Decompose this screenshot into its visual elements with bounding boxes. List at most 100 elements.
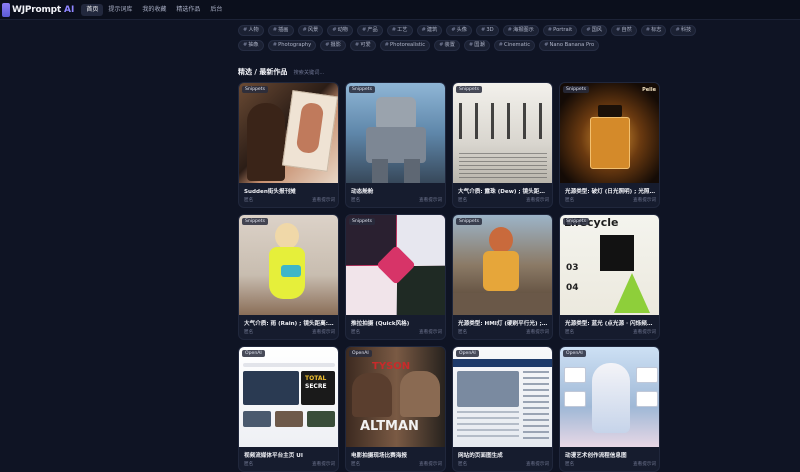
view-prompt-link[interactable]: 查看提示词 (526, 197, 549, 203)
work-card[interactable]: Pelle Snippets 光源类型: 破灯 (日光照明) ; 光照: ...… (559, 82, 660, 208)
rocky-ground (453, 293, 552, 315)
view-prompt-link[interactable]: 查看提示词 (526, 461, 549, 467)
tag-label: 产品 (367, 27, 378, 33)
tag-chip[interactable]: #Nano Banana Pro (539, 40, 600, 51)
tag-chip[interactable]: #国风 (581, 25, 607, 36)
tag-chip[interactable]: #3D (476, 25, 499, 36)
work-thumbnail[interactable] (346, 215, 445, 315)
hash-icon: # (481, 27, 486, 33)
work-thumbnail[interactable] (239, 83, 338, 183)
tag-chip[interactable]: #自然 (610, 25, 637, 36)
brand-logo-icon (2, 2, 10, 17)
product-row (459, 103, 547, 139)
work-title: 推拉拍摄 (Quick风格) (351, 321, 410, 327)
nav-tab-prompt-library[interactable]: 提示词库 (103, 4, 137, 16)
work-thumbnail[interactable] (453, 347, 552, 447)
tag-chip[interactable]: #头像 (446, 25, 472, 36)
tag-chip[interactable]: #海报图示 (502, 25, 539, 36)
work-author: 匿名 (244, 198, 254, 203)
tag-chip[interactable]: #抽象 (238, 40, 264, 51)
work-title: 光源类型: HMI灯 (硬刷平行光) ; ... (458, 321, 549, 327)
tag-chip[interactable]: #摄影 (320, 40, 346, 51)
work-thumbnail[interactable] (453, 83, 552, 183)
nav-tab-favorites[interactable]: 我的收藏 (137, 4, 171, 16)
work-thumbnail[interactable]: Pelle (560, 83, 659, 183)
work-thumbnail[interactable] (239, 215, 338, 315)
view-prompt-link[interactable]: 查看提示词 (312, 329, 335, 335)
view-prompt-link[interactable]: 查看提示词 (633, 461, 656, 467)
tag-chip[interactable]: #建筑 (416, 25, 443, 36)
work-thumbnail[interactable]: TOTAL SECRE (239, 347, 338, 447)
poster-black-block (600, 235, 634, 271)
tag-row-1: #人物 #插画 #风景 #动物 #产品 #工艺 #建筑 #头像 #3D #海报图示 #Portrai… (238, 25, 697, 36)
nav-tab-admin[interactable]: 后台 (205, 4, 227, 16)
work-card[interactable]: TOTAL SECRE OpenAI 视频流媒体平台主页 UI 匿名 查看提示词 (238, 346, 339, 472)
tag-chip[interactable]: #工艺 (386, 25, 413, 36)
work-card[interactable]: TYSON ALTMAN OpenAI 电影拍摄现场比赛海报 匿名 查看提示词 (345, 346, 446, 472)
work-thumbnail[interactable]: TYSON ALTMAN (346, 347, 445, 447)
tag-chip[interactable]: #Cinematic (493, 40, 536, 51)
work-title: 网站的页面图生成 (458, 453, 503, 459)
work-card[interactable]: Lifecycle 03 04 Snippets 光源类型: 蓝光 (点光源 ·… (559, 214, 660, 340)
view-prompt-link[interactable]: 查看提示词 (419, 461, 442, 467)
work-card[interactable]: OpenAI 网站的页面图生成 匿名 查看提示词 (452, 346, 553, 472)
tag-chip[interactable]: #Photography (267, 40, 317, 51)
work-card[interactable]: OpenAI 动漫艺术创作流程信息图 匿名 查看提示词 (559, 346, 660, 472)
tag-chip[interactable]: #动物 (327, 25, 353, 36)
search-input[interactable]: 搜索关键词... (293, 69, 324, 76)
tag-chip[interactable]: #Photorealistic (379, 40, 431, 51)
work-author: 匿名 (565, 198, 575, 203)
thumb-c (307, 411, 335, 427)
nav-tabs: 首页 提示词库 我的收藏 精选作品 后台 (81, 3, 227, 16)
work-thumbnail[interactable] (560, 347, 659, 447)
hash-icon: # (272, 42, 278, 48)
view-prompt-link[interactable]: 查看提示词 (312, 461, 335, 467)
nav-tab-featured[interactable]: 精选作品 (171, 4, 205, 16)
view-prompt-link[interactable]: 查看提示词 (312, 197, 335, 203)
tag-chip[interactable]: #国潮 (463, 40, 490, 51)
thumb-a (243, 411, 271, 427)
view-prompt-link[interactable]: 查看提示词 (633, 197, 656, 203)
work-card[interactable]: Snippets 大气介质: 露珠 (Dew) ; 镜头距离: ... 匿名 查看… (452, 82, 553, 208)
tag-label: 工艺 (397, 27, 408, 33)
tag-chip[interactable]: #产品 (357, 25, 383, 36)
tag-chip[interactable]: #科技 (670, 25, 697, 36)
view-prompt-link[interactable]: 查看提示词 (633, 329, 656, 335)
section-header: 精选 / 最新作品 搜索关键词... (238, 67, 324, 77)
brand-name: WJPrompt (12, 4, 62, 15)
nav-tab-home[interactable]: 首页 (81, 3, 104, 16)
tag-chip[interactable]: #风景 (297, 25, 324, 36)
tag-label: 动物 (337, 27, 348, 33)
tag-chip[interactable]: #Portrait (542, 25, 578, 36)
figure-head (489, 227, 513, 253)
tag-chip[interactable]: #插画 (267, 25, 294, 36)
tag-label: 风景 (307, 27, 319, 33)
tag-chip[interactable]: #人物 (238, 25, 264, 36)
work-thumbnail[interactable] (453, 215, 552, 315)
work-author: 匿名 (244, 330, 254, 335)
tag-label: 人物 (248, 27, 259, 33)
view-prompt-link[interactable]: 查看提示词 (526, 329, 549, 335)
work-card[interactable]: Snippets 推拉拍摄 (Quick风格) 匿名 查看提示词 (345, 214, 446, 340)
poster-number-1: 03 (566, 263, 579, 273)
tag-chip[interactable]: #标志 (640, 25, 667, 36)
figure-body (483, 251, 519, 291)
work-card[interactable]: Snippets Sudden街头报刊摊 匿名 查看提示词 (238, 82, 339, 208)
tag-chip[interactable]: #装置 (434, 40, 460, 51)
view-prompt-link[interactable]: 查看提示词 (419, 197, 442, 203)
hash-icon: # (302, 27, 307, 33)
work-card[interactable]: Snippets 大气介质: 雨 (Rain) ; 镜头距离: 镜... 匿名 查… (238, 214, 339, 340)
work-card[interactable]: Snippets 光源类型: HMI灯 (硬刷平行光) ; ... 匿名 查看提示… (452, 214, 553, 340)
work-thumbnail[interactable]: Lifecycle 03 04 (560, 215, 659, 315)
tag-label: 自然 (621, 27, 632, 33)
hash-icon: # (243, 42, 248, 48)
text-block (459, 153, 547, 179)
work-thumbnail[interactable] (346, 83, 445, 183)
brand-logo[interactable]: WJPrompt AI (2, 2, 74, 17)
view-prompt-link[interactable]: 查看提示词 (419, 329, 442, 335)
poster-green-shape (614, 273, 650, 313)
source-badge: Snippets (242, 218, 268, 225)
section-title: 精选 / 最新作品 (238, 68, 288, 76)
tag-chip[interactable]: #可爱 (349, 40, 376, 51)
work-card[interactable]: Snippets 动态舱舱 匿名 查看提示词 (345, 82, 446, 208)
